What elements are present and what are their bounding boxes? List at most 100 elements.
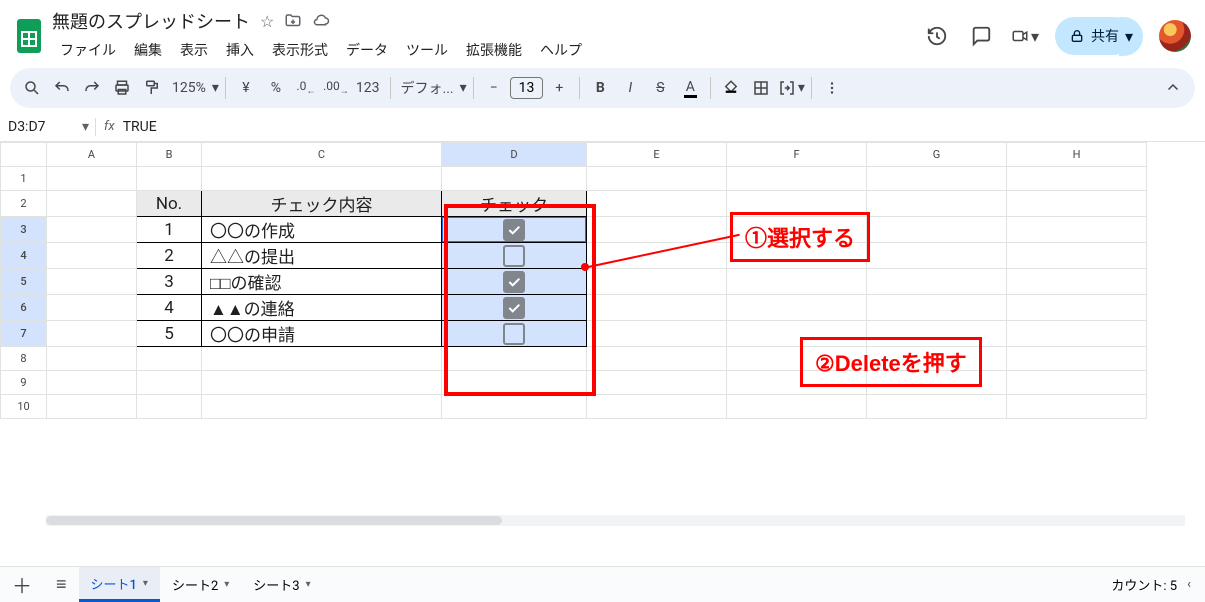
cell-no-3[interactable]: 3 xyxy=(137,269,202,295)
col-header-A[interactable]: A xyxy=(47,143,137,167)
cell-content-4[interactable]: ▲▲の連絡 xyxy=(202,295,442,321)
col-header-B[interactable]: B xyxy=(137,143,202,167)
more-toolbar-icon[interactable] xyxy=(818,74,846,102)
name-box[interactable]: D3:D7 xyxy=(0,119,76,135)
fontsize-input[interactable]: 13 xyxy=(510,77,544,99)
doc-title[interactable]: 無題のスプレッドシート xyxy=(52,8,250,34)
fontsize-increase[interactable]: + xyxy=(545,74,573,102)
add-sheet-button[interactable]: ＋ xyxy=(0,567,44,602)
menu-edit[interactable]: 編集 xyxy=(126,36,170,64)
row-header-3[interactable]: 3 xyxy=(1,217,47,243)
status-count[interactable]: カウント: 5 xyxy=(1111,575,1177,594)
fontsize-decrease[interactable]: − xyxy=(480,74,508,102)
table-header-no[interactable]: No. xyxy=(137,191,202,217)
currency-button[interactable]: ¥ xyxy=(232,74,260,102)
increase-decimal-button[interactable]: .00→ xyxy=(322,74,350,102)
row-header-1[interactable]: 1 xyxy=(1,167,47,191)
strikethrough-button[interactable]: S xyxy=(646,74,674,102)
cell-check-1[interactable] xyxy=(442,217,587,243)
menu-help[interactable]: ヘルプ xyxy=(532,36,590,64)
cell-check-3[interactable] xyxy=(442,269,587,295)
meet-icon[interactable]: ▾ xyxy=(1011,22,1039,50)
name-box-dropdown[interactable]: ▾ xyxy=(76,119,95,135)
cell-no-2[interactable]: 2 xyxy=(137,243,202,269)
move-folder-icon[interactable] xyxy=(284,12,302,30)
cell-check-4[interactable] xyxy=(442,295,587,321)
menu-insert[interactable]: 挿入 xyxy=(218,36,262,64)
cell-check-5[interactable] xyxy=(442,321,587,347)
fill-color-button[interactable] xyxy=(717,74,745,102)
cell-content-5[interactable]: 〇〇の申請 xyxy=(202,321,442,347)
cell-content-1[interactable]: 〇〇の作成 xyxy=(202,217,442,243)
all-sheets-button[interactable]: ≡ xyxy=(44,567,79,602)
user-avatar[interactable] xyxy=(1159,20,1191,52)
toolbar: 125%▾ ¥ % .0← .00→ 123 デフォ...▾ − 13 + B … xyxy=(10,68,1195,108)
menu-view[interactable]: 表示 xyxy=(172,36,216,64)
star-icon[interactable]: ☆ xyxy=(260,12,274,31)
print-icon[interactable] xyxy=(108,74,136,102)
cell-check-2[interactable] xyxy=(442,243,587,269)
collapse-toolbar-icon[interactable] xyxy=(1159,74,1187,102)
bold-button[interactable]: B xyxy=(586,74,614,102)
row-header-6[interactable]: 6 xyxy=(1,295,47,321)
menu-extensions[interactable]: 拡張機能 xyxy=(458,36,530,64)
table-header-content[interactable]: チェック内容 xyxy=(202,191,442,217)
history-icon[interactable] xyxy=(923,22,951,50)
sheet-tab-1[interactable]: シート1▾ xyxy=(79,567,160,602)
number-format-button[interactable]: 123 xyxy=(352,74,384,102)
col-header-C[interactable]: C xyxy=(202,143,442,167)
undo-icon[interactable] xyxy=(48,74,76,102)
select-all-corner[interactable] xyxy=(1,143,47,167)
cell-no-5[interactable]: 5 xyxy=(137,321,202,347)
cloud-status-icon[interactable] xyxy=(312,12,330,30)
borders-button[interactable] xyxy=(747,74,775,102)
decrease-decimal-button[interactable]: .0← xyxy=(292,74,320,102)
formula-bar[interactable]: TRUE xyxy=(123,119,157,135)
grid-area[interactable]: A B C D E F G H 1 2 No. チェック内容 チェック 3 1 … xyxy=(0,142,1205,562)
horizontal-scrollbar[interactable] xyxy=(46,515,1185,526)
col-header-E[interactable]: E xyxy=(587,143,727,167)
row-header-4[interactable]: 4 xyxy=(1,243,47,269)
row-header-10[interactable]: 10 xyxy=(1,395,47,419)
col-header-D[interactable]: D xyxy=(442,143,587,167)
cell-no-1[interactable]: 1 xyxy=(137,217,202,243)
text-color-button[interactable]: A xyxy=(676,74,704,102)
cell-content-2[interactable]: △△の提出 xyxy=(202,243,442,269)
checkbox-icon[interactable] xyxy=(503,219,525,241)
comment-icon[interactable] xyxy=(967,22,995,50)
sheets-logo[interactable] xyxy=(14,16,44,56)
menu-data[interactable]: データ xyxy=(338,36,396,64)
checkbox-icon[interactable] xyxy=(503,271,525,293)
row-header-7[interactable]: 7 xyxy=(1,321,47,347)
font-select[interactable]: デフォ...▾ xyxy=(397,74,467,102)
menu-format[interactable]: 表示形式 xyxy=(264,36,336,64)
share-label: 共有 xyxy=(1091,26,1119,46)
sheet-tab-3[interactable]: シート3▾ xyxy=(241,567,322,602)
row-header-9[interactable]: 9 xyxy=(1,371,47,395)
checkbox-icon[interactable] xyxy=(503,297,525,319)
italic-button[interactable]: I xyxy=(616,74,644,102)
checkbox-icon[interactable] xyxy=(503,323,525,345)
annotation-2: ②Deleteを押す xyxy=(800,337,982,387)
table-header-check[interactable]: チェック xyxy=(442,191,587,217)
row-header-2[interactable]: 2 xyxy=(1,191,47,217)
zoom-select[interactable]: 125%▾ xyxy=(168,74,219,102)
sheet-tab-2[interactable]: シート2▾ xyxy=(160,567,241,602)
share-dropdown[interactable]: ▾ xyxy=(1119,17,1143,56)
row-header-8[interactable]: 8 xyxy=(1,347,47,371)
search-icon[interactable] xyxy=(18,74,46,102)
paint-format-icon[interactable] xyxy=(138,74,166,102)
menu-file[interactable]: ファイル xyxy=(52,36,124,64)
percent-button[interactable]: % xyxy=(262,74,290,102)
menu-tools[interactable]: ツール xyxy=(398,36,456,64)
col-header-H[interactable]: H xyxy=(1007,143,1147,167)
row-header-5[interactable]: 5 xyxy=(1,269,47,295)
redo-icon[interactable] xyxy=(78,74,106,102)
cell-content-3[interactable]: □□の確認 xyxy=(202,269,442,295)
cell-no-4[interactable]: 4 xyxy=(137,295,202,321)
col-header-G[interactable]: G xyxy=(867,143,1007,167)
col-header-F[interactable]: F xyxy=(727,143,867,167)
checkbox-icon[interactable] xyxy=(503,245,525,267)
explore-collapse-icon[interactable]: ‹ xyxy=(1187,577,1191,592)
merge-button[interactable]: ▾ xyxy=(777,74,805,102)
